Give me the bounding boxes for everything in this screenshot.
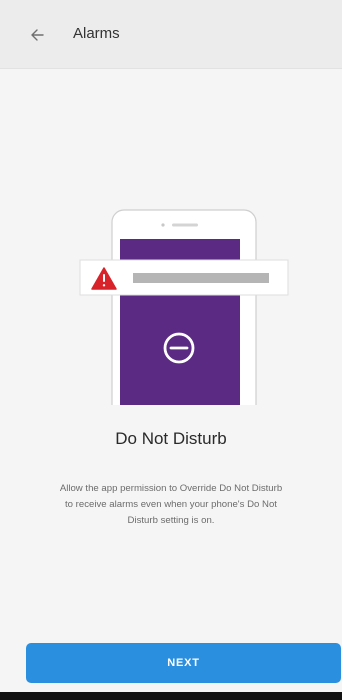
phone-speaker xyxy=(172,223,198,227)
arrow-left-icon xyxy=(31,29,44,41)
app-header: Alarms xyxy=(0,0,342,69)
do-not-disturb-illustration xyxy=(79,209,289,405)
back-button[interactable] xyxy=(20,18,54,52)
page-title: Alarms xyxy=(73,25,120,42)
permission-description: Allow the app permission to Override Do … xyxy=(59,483,283,526)
system-nav-bar xyxy=(0,692,342,700)
notification-text-bar xyxy=(133,273,269,283)
alarm-permission-screen: Alarms Do Not Disturb Allow the app perm… xyxy=(0,0,342,700)
section-title: Do Not Disturb xyxy=(115,429,227,448)
next-button[interactable]: NEXT xyxy=(26,643,341,683)
phone-camera xyxy=(161,223,165,227)
